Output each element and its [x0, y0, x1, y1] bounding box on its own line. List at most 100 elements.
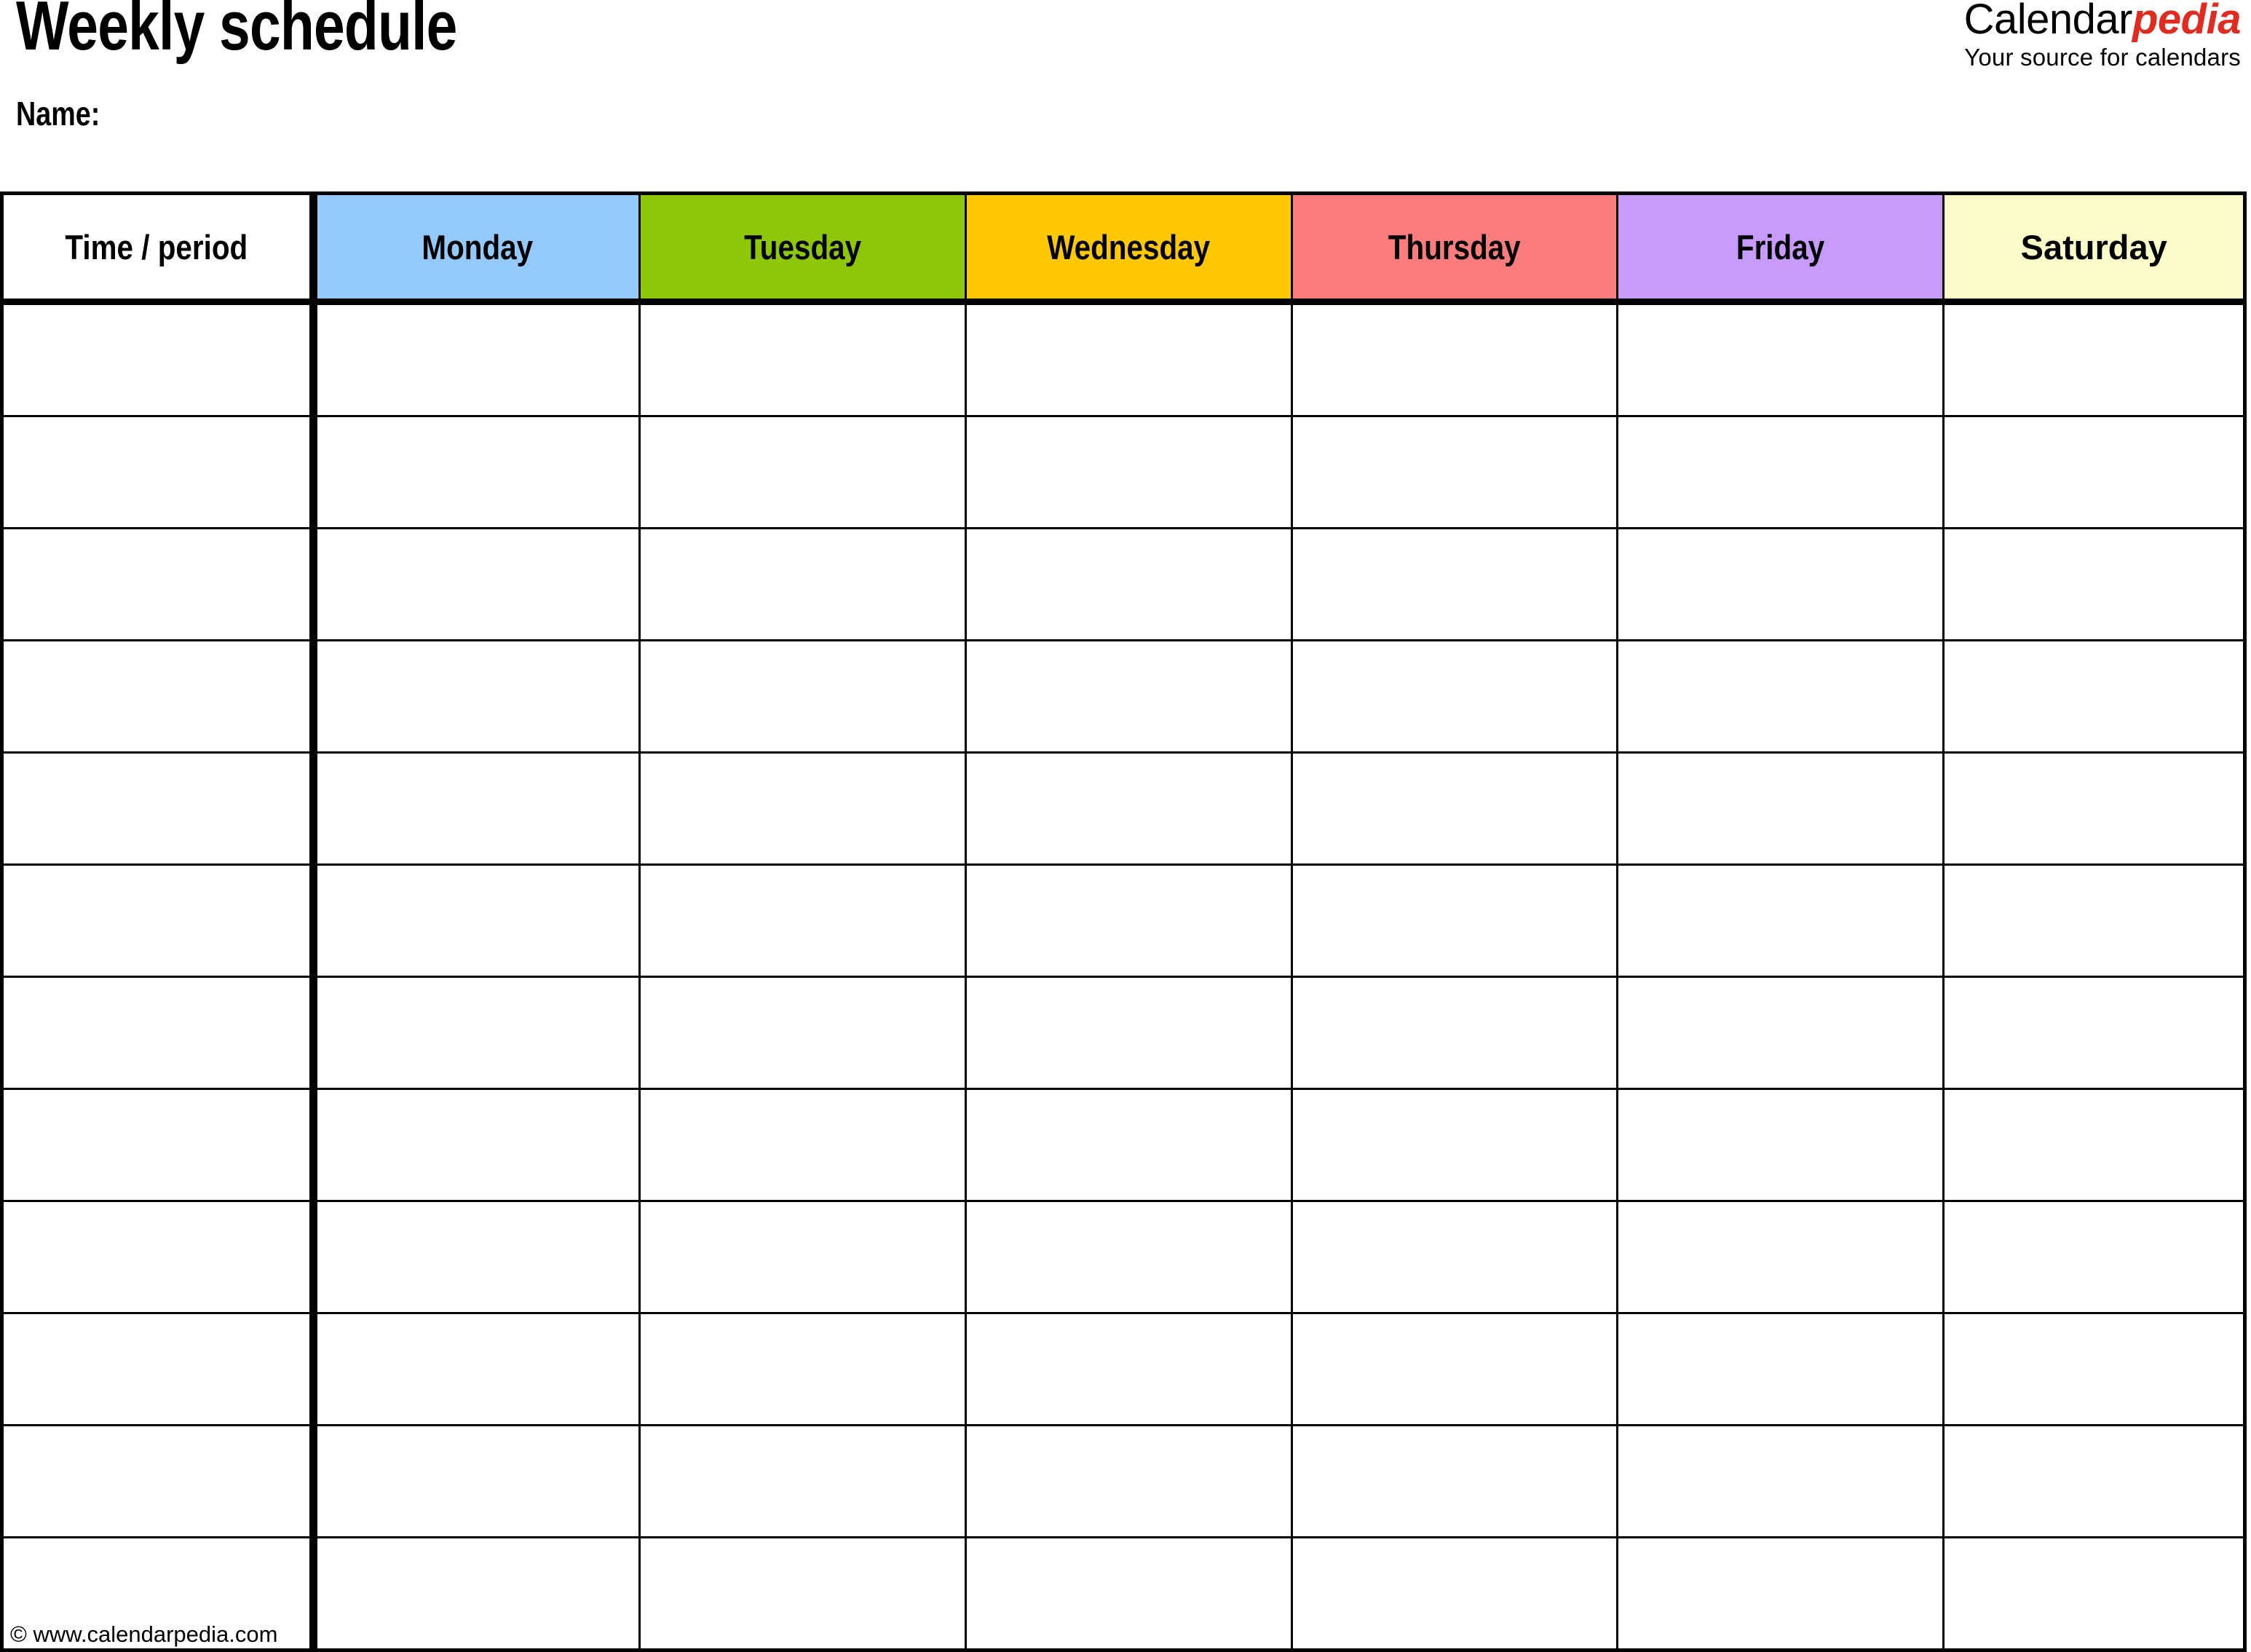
cell-wednesday-row-6[interactable] — [964, 863, 1293, 978]
cell-saturday-row-7[interactable] — [1942, 976, 2246, 1090]
table-row — [1, 976, 2246, 1090]
cell-monday-row-7[interactable] — [312, 976, 641, 1090]
cell-monday-row-3[interactable] — [312, 527, 641, 641]
cell-friday-row-8[interactable] — [1616, 1088, 1945, 1202]
cell-thursday-row-3[interactable] — [1290, 527, 1619, 641]
cell-monday-row-8[interactable] — [312, 1088, 641, 1202]
cell-thursday-row-4[interactable] — [1290, 639, 1619, 754]
cell-thursday-row-9[interactable] — [1290, 1200, 1619, 1314]
table-body — [1, 301, 2246, 1651]
column-header-monday[interactable]: Monday — [312, 193, 641, 305]
cell-monday-row-11[interactable] — [312, 1424, 641, 1538]
column-header-tuesday[interactable]: Tuesday — [638, 193, 967, 305]
cell-monday-row-12[interactable] — [312, 1536, 641, 1651]
cell-thursday-row-12[interactable] — [1290, 1536, 1619, 1651]
cell-time-row-2[interactable] — [1, 415, 317, 529]
name-label: Name: — [16, 95, 100, 133]
cell-friday-row-9[interactable] — [1616, 1200, 1945, 1314]
cell-tuesday-row-7[interactable] — [638, 976, 967, 1090]
cell-friday-row-3[interactable] — [1616, 527, 1945, 641]
cell-saturday-row-3[interactable] — [1942, 527, 2246, 641]
column-header-wednesday[interactable]: Wednesday — [964, 193, 1293, 305]
cell-friday-row-11[interactable] — [1616, 1424, 1945, 1538]
calendarpedia-logo: Calendarpedia Your source for calendars — [1964, 0, 2242, 69]
cell-monday-row-6[interactable] — [312, 863, 641, 978]
cell-tuesday-row-9[interactable] — [638, 1200, 967, 1314]
cell-monday-row-4[interactable] — [312, 639, 641, 754]
cell-wednesday-row-3[interactable] — [964, 527, 1293, 641]
cell-saturday-row-9[interactable] — [1942, 1200, 2246, 1314]
column-header-friday[interactable]: Friday — [1616, 193, 1945, 305]
cell-friday-row-10[interactable] — [1616, 1312, 1945, 1426]
cell-time-row-10[interactable] — [1, 1312, 317, 1426]
table-header-row: Time / period Monday Tuesday Wednesday Thurs… — [1, 193, 2246, 305]
cell-saturday-row-4[interactable] — [1942, 639, 2246, 754]
cell-friday-row-4[interactable] — [1616, 639, 1945, 754]
column-header-time[interactable]: Time / period — [1, 193, 317, 305]
cell-thursday-row-6[interactable] — [1290, 863, 1619, 978]
cell-time-row-4[interactable] — [1, 639, 317, 754]
cell-friday-row-12[interactable] — [1616, 1536, 1945, 1651]
column-header-saturday[interactable]: Saturday — [1942, 193, 2246, 305]
cell-monday-row-1[interactable] — [312, 301, 641, 417]
cell-tuesday-row-2[interactable] — [638, 415, 967, 529]
cell-monday-row-2[interactable] — [312, 415, 641, 529]
cell-wednesday-row-11[interactable] — [964, 1424, 1293, 1538]
footer-copyright: © www.calendarpedia.com — [10, 1621, 278, 1647]
cell-wednesday-row-12[interactable] — [964, 1536, 1293, 1651]
cell-wednesday-row-8[interactable] — [964, 1088, 1293, 1202]
cell-wednesday-row-7[interactable] — [964, 976, 1293, 1090]
cell-tuesday-row-8[interactable] — [638, 1088, 967, 1202]
cell-saturday-row-12[interactable] — [1942, 1536, 2246, 1651]
cell-thursday-row-11[interactable] — [1290, 1424, 1619, 1538]
table-row — [1, 301, 2246, 417]
cell-saturday-row-11[interactable] — [1942, 1424, 2246, 1538]
cell-time-row-1[interactable] — [1, 301, 317, 417]
cell-wednesday-row-10[interactable] — [964, 1312, 1293, 1426]
cell-time-row-5[interactable] — [1, 751, 317, 866]
column-header-label: Saturday — [2020, 227, 2167, 266]
cell-thursday-row-5[interactable] — [1290, 751, 1619, 866]
cell-tuesday-row-6[interactable] — [638, 863, 967, 978]
cell-friday-row-7[interactable] — [1616, 976, 1945, 1090]
cell-saturday-row-1[interactable] — [1942, 301, 2246, 417]
cell-thursday-row-7[interactable] — [1290, 976, 1619, 1090]
cell-saturday-row-8[interactable] — [1942, 1088, 2246, 1202]
cell-time-row-3[interactable] — [1, 527, 317, 641]
cell-tuesday-row-4[interactable] — [638, 639, 967, 754]
cell-time-row-9[interactable] — [1, 1200, 317, 1314]
cell-tuesday-row-10[interactable] — [638, 1312, 967, 1426]
cell-monday-row-5[interactable] — [312, 751, 641, 866]
cell-friday-row-5[interactable] — [1616, 751, 1945, 866]
cell-monday-row-10[interactable] — [312, 1312, 641, 1426]
cell-time-row-7[interactable] — [1, 976, 317, 1090]
cell-saturday-row-10[interactable] — [1942, 1312, 2246, 1426]
cell-friday-row-1[interactable] — [1616, 301, 1945, 417]
cell-tuesday-row-1[interactable] — [638, 301, 967, 417]
cell-time-row-6[interactable] — [1, 863, 317, 978]
cell-thursday-row-8[interactable] — [1290, 1088, 1619, 1202]
cell-saturday-row-6[interactable] — [1942, 863, 2246, 978]
cell-time-row-8[interactable] — [1, 1088, 317, 1202]
cell-time-row-11[interactable] — [1, 1424, 317, 1538]
cell-thursday-row-2[interactable] — [1290, 415, 1619, 529]
cell-thursday-row-1[interactable] — [1290, 301, 1619, 417]
column-header-label: Friday — [1736, 227, 1825, 266]
cell-friday-row-2[interactable] — [1616, 415, 1945, 529]
cell-tuesday-row-11[interactable] — [638, 1424, 967, 1538]
cell-wednesday-row-2[interactable] — [964, 415, 1293, 529]
cell-wednesday-row-4[interactable] — [964, 639, 1293, 754]
cell-saturday-row-5[interactable] — [1942, 751, 2246, 866]
cell-tuesday-row-5[interactable] — [638, 751, 967, 866]
column-header-thursday[interactable]: Thursday — [1290, 193, 1619, 305]
cell-friday-row-6[interactable] — [1616, 863, 1945, 978]
cell-tuesday-row-3[interactable] — [638, 527, 967, 641]
cell-wednesday-row-1[interactable] — [964, 301, 1293, 417]
cell-thursday-row-10[interactable] — [1290, 1312, 1619, 1426]
cell-tuesday-row-12[interactable] — [638, 1536, 967, 1651]
table-row — [1, 1536, 2246, 1651]
cell-wednesday-row-9[interactable] — [964, 1200, 1293, 1314]
cell-saturday-row-2[interactable] — [1942, 415, 2246, 529]
cell-monday-row-9[interactable] — [312, 1200, 641, 1314]
cell-wednesday-row-5[interactable] — [964, 751, 1293, 866]
